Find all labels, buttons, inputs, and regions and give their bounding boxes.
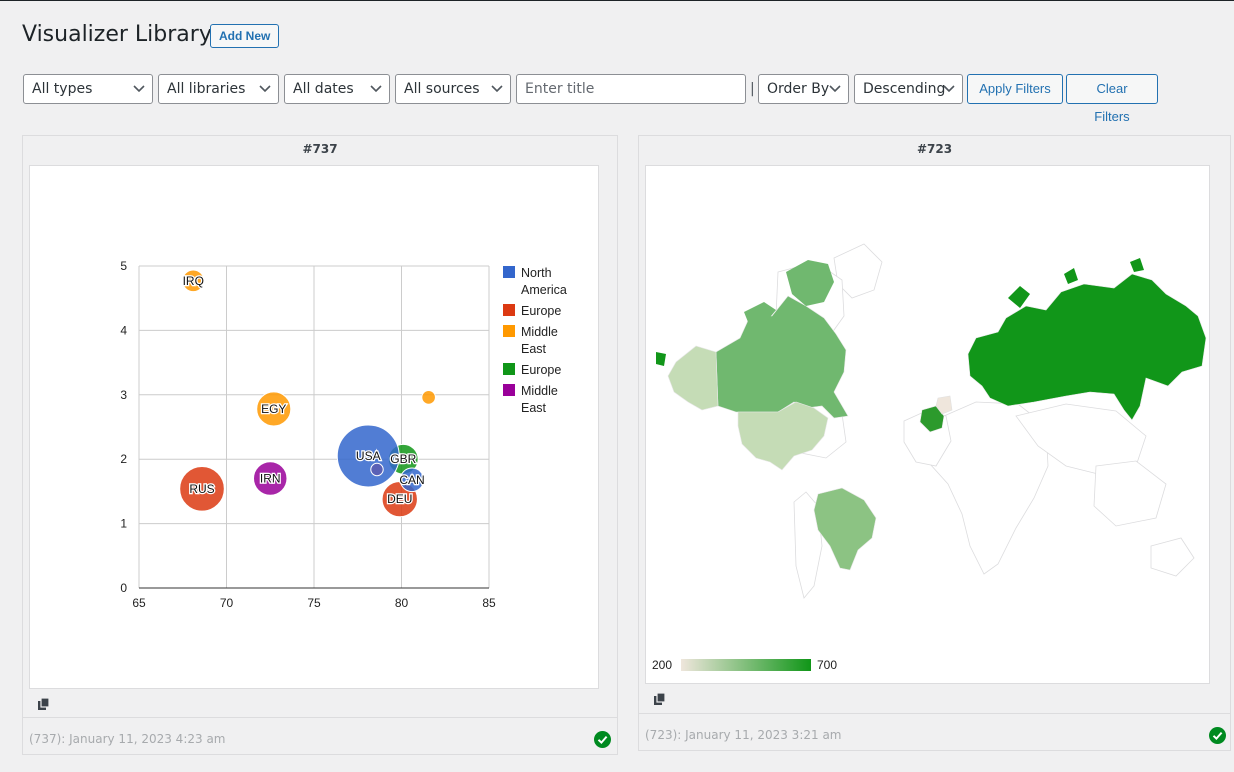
libraries-filter-value: All libraries bbox=[167, 81, 246, 97]
dates-filter-value: All dates bbox=[293, 81, 354, 97]
chevron-down-icon bbox=[491, 85, 503, 93]
bubble-label: RUS bbox=[189, 482, 214, 496]
legend-swatch bbox=[503, 304, 515, 316]
legend-label: Middle bbox=[521, 384, 558, 398]
chevron-down-icon bbox=[370, 85, 382, 93]
bubble-label: IRQ bbox=[183, 274, 204, 288]
region-russia bbox=[967, 273, 1207, 421]
legend-label: North bbox=[521, 266, 552, 280]
x-tick-label: 70 bbox=[220, 596, 234, 610]
order-direction-select[interactable]: Descending bbox=[854, 74, 963, 104]
bubble-label: EGY bbox=[261, 402, 286, 416]
legend-label: Middle bbox=[521, 325, 558, 339]
chart-id-label: #737 bbox=[302, 142, 338, 156]
chart-card-737[interactable]: #737 65 70 75 80 85 0 1 2 3 4 5 IRQ EGY RUS IRN DEU GBR… bbox=[22, 135, 618, 755]
chevron-down-icon bbox=[133, 85, 145, 93]
copy-icon[interactable] bbox=[653, 692, 667, 706]
y-tick-label: 4 bbox=[120, 323, 127, 337]
card-date: (723): January 11, 2023 3:21 am bbox=[645, 728, 842, 742]
geo-chart: 200 700 bbox=[652, 243, 1207, 672]
legend-label: East bbox=[521, 342, 547, 356]
legend-label: America bbox=[521, 283, 567, 297]
chevron-down-icon bbox=[259, 85, 271, 93]
legend-label: Europe bbox=[521, 363, 561, 377]
bubble-chart: 65 70 75 80 85 0 1 2 3 4 5 IRQ EGY RUS IRN DEU GBR CAN US… bbox=[120, 259, 567, 610]
region-west-africa-edge bbox=[656, 352, 666, 366]
order-by-value: Order By bbox=[767, 81, 830, 97]
region-alaska bbox=[667, 345, 719, 411]
legend-swatch bbox=[503, 363, 515, 375]
libraries-filter-select[interactable]: All libraries bbox=[158, 74, 279, 104]
card-footer bbox=[23, 717, 617, 718]
legend-label: East bbox=[521, 401, 547, 415]
types-filter-select[interactable]: All types bbox=[23, 74, 153, 104]
add-new-button[interactable]: Add New bbox=[210, 24, 280, 48]
legend-swatch bbox=[503, 266, 515, 278]
clear-filters-button[interactable]: Clear Filters bbox=[1066, 74, 1158, 124]
chevron-down-icon bbox=[943, 85, 955, 93]
title-search-input[interactable] bbox=[516, 74, 746, 104]
x-tick-label: 75 bbox=[307, 596, 321, 610]
bubble-label: DEU bbox=[387, 492, 412, 506]
order-by-select[interactable]: Order By bbox=[758, 74, 849, 104]
bubble-point bbox=[370, 462, 384, 477]
order-direction-value: Descending bbox=[863, 81, 946, 97]
sources-filter-value: All sources bbox=[404, 81, 480, 97]
color-axis-min: 200 bbox=[652, 658, 672, 672]
legend-swatch bbox=[503, 384, 515, 396]
filter-separator: | bbox=[750, 81, 755, 97]
card-footer bbox=[639, 713, 1230, 714]
color-axis-gradient bbox=[681, 659, 811, 671]
apply-filters-button[interactable]: Apply Filters bbox=[967, 74, 1063, 104]
chart-preview: 65 70 75 80 85 0 1 2 3 4 5 IRQ EGY RUS IRN DEU GBR CAN US… bbox=[29, 165, 599, 689]
chart-id-label: #723 bbox=[916, 142, 953, 156]
bubble-point bbox=[421, 390, 436, 405]
bubble-label: CAN bbox=[399, 473, 424, 487]
y-tick-label: 1 bbox=[120, 517, 127, 531]
published-check-icon bbox=[1209, 727, 1226, 744]
bubble-label: IRN bbox=[260, 472, 281, 486]
bubble-label: USA bbox=[356, 449, 381, 463]
chart-preview: 200 700 bbox=[645, 165, 1210, 684]
chevron-down-icon bbox=[829, 85, 841, 93]
x-tick-label: 85 bbox=[482, 596, 496, 610]
legend-swatch bbox=[503, 325, 515, 337]
region-russia-north bbox=[1008, 286, 1030, 308]
region-brazil bbox=[813, 487, 877, 571]
bubble-label: GBR bbox=[390, 452, 416, 466]
legend-label: Europe bbox=[521, 304, 561, 318]
copy-icon[interactable] bbox=[37, 697, 51, 711]
page-title: Visualizer Library bbox=[22, 22, 212, 47]
x-tick-label: 65 bbox=[132, 596, 146, 610]
y-tick-label: 2 bbox=[120, 452, 127, 466]
dates-filter-select[interactable]: All dates bbox=[284, 74, 390, 104]
chart-card-723[interactable]: #723 200 700 (723): January 11, 2023 3:2… bbox=[638, 135, 1231, 751]
x-tick-label: 80 bbox=[395, 596, 409, 610]
region-usa bbox=[737, 401, 829, 471]
color-axis-max: 700 bbox=[817, 658, 837, 672]
y-tick-label: 3 bbox=[120, 388, 127, 402]
published-check-icon bbox=[594, 731, 611, 748]
y-tick-label: 5 bbox=[120, 259, 127, 273]
types-filter-value: All types bbox=[32, 81, 93, 97]
card-date: (737): January 11, 2023 4:23 am bbox=[29, 732, 226, 746]
sources-filter-select[interactable]: All sources bbox=[395, 74, 511, 104]
y-tick-label: 0 bbox=[120, 581, 127, 595]
